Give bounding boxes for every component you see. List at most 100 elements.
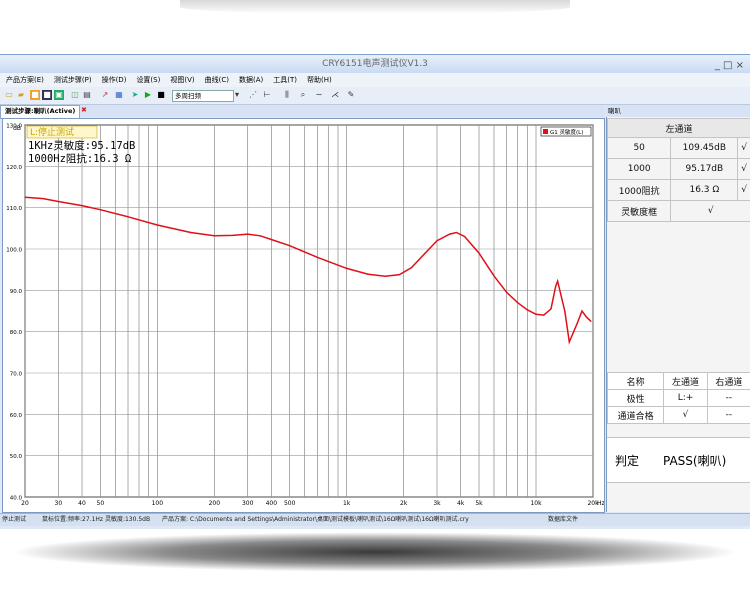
run-icon[interactable]: ➤ xyxy=(130,90,140,100)
tab-speaker-test[interactable]: 测试步骤:喇叭(Active) xyxy=(0,105,81,119)
data-point xyxy=(449,233,451,235)
data-point xyxy=(568,341,570,343)
data-point xyxy=(232,234,234,236)
x-tick-label: 10k xyxy=(530,500,542,507)
data-point xyxy=(99,209,101,211)
line-tool-icon[interactable]: ∼ xyxy=(314,90,324,100)
menu-item[interactable]: 测试步骤(P) xyxy=(54,76,92,84)
table-cell: √ xyxy=(663,406,708,424)
bars-tool-icon[interactable]: ⫼ xyxy=(282,90,292,100)
status-scheme: 产品方案: C:\Documents and Settings\Administ… xyxy=(162,516,469,523)
table-icon[interactable]: ▤ xyxy=(82,90,92,100)
data-point xyxy=(24,196,26,198)
row-check: √ xyxy=(737,158,750,180)
data-point xyxy=(535,313,537,315)
status-bar: 停止测试 鼠标位置:频率:27.1Hz 灵敏度:130.5dB 产品方案: C:… xyxy=(0,513,750,526)
data-point xyxy=(464,236,466,238)
left-channel-table: 左通道 50 109.45dB √ 1000 95.17dB √ 1000阻抗 … xyxy=(606,118,750,222)
x-tick-label: 500 xyxy=(284,500,296,507)
row-name: 灵敏度框 xyxy=(606,200,672,222)
data-point xyxy=(289,245,291,247)
y-unit-label: dB xyxy=(13,125,21,132)
save-as-icon[interactable]: ■ xyxy=(42,90,52,100)
data-point xyxy=(346,267,348,269)
data-point xyxy=(455,231,457,234)
left-channel-header: 左通道 xyxy=(607,118,750,138)
menu-item[interactable]: 工具(T) xyxy=(273,76,297,84)
y-tick-label: 120.0 xyxy=(6,165,22,171)
verdict-value: PASS(喇叭) xyxy=(663,454,727,468)
menu-bar: 产品方案(E) 测试步骤(P) 操作(D) 设置(S) 视图(V) 曲线(C) 数据(A) 工… xyxy=(0,73,750,87)
cursor-tool-icon[interactable]: ⋰ xyxy=(248,90,258,100)
impedance-readout: 1000Hz阻抗:16.3 Ω xyxy=(28,152,131,165)
save-icon[interactable]: ■ xyxy=(30,90,40,100)
data-point xyxy=(506,291,508,293)
app-window: CRY6151电声测试仪V1.3 _ □ × 产品方案(E) 测试步骤(P) 操作(… xyxy=(0,54,750,529)
open-folder-icon[interactable]: ▰ xyxy=(16,90,26,100)
x-tick-label: 20 xyxy=(21,500,29,507)
menu-item[interactable]: 操作(D) xyxy=(102,76,127,84)
col-header: 右通道 xyxy=(706,372,750,390)
data-point xyxy=(543,314,545,316)
data-point xyxy=(424,252,426,254)
play-icon[interactable]: ▶ xyxy=(143,90,153,100)
channel-summary-table: 名称 左通道 右通道 极性 L:+ -- 通道合格 √ -- xyxy=(606,372,750,424)
verdict-box: 判定 PASS(喇叭) xyxy=(607,437,750,483)
menu-item[interactable]: 数据(A) xyxy=(239,76,263,84)
legend-swatch xyxy=(543,129,548,134)
data-point xyxy=(213,235,215,237)
data-point xyxy=(478,252,480,254)
stop-icon[interactable]: ■ xyxy=(156,90,166,100)
title-bar: CRY6151电声测试仪V1.3 _ □ × xyxy=(0,55,750,73)
marker-tool-icon[interactable]: ⊢ xyxy=(262,90,272,100)
chevron-down-icon[interactable]: ▾ xyxy=(232,90,242,100)
toolbar: ▭ ▰ ■ ■ ▣ ◫ ▤ ↗ ▦ ➤ ▶ ■ 多周扫频 ▾ ⋰ ⊢ ⫼ ⌕ ∼… xyxy=(0,87,750,105)
menu-item[interactable]: 视图(V) xyxy=(170,76,194,84)
data-point xyxy=(576,322,578,324)
curve-edit-icon[interactable]: ↗ xyxy=(100,90,110,100)
grid-icon[interactable]: ▦ xyxy=(114,90,124,100)
verdict-label: 判定 xyxy=(615,454,640,468)
data-point xyxy=(81,205,83,207)
y-tick-label: 110.0 xyxy=(6,206,22,212)
data-point xyxy=(590,320,592,322)
right-panel-header: 喇叭 xyxy=(606,105,750,117)
x-tick-label: 50 xyxy=(97,500,105,507)
status-cursor: 鼠标位置:频率:27.1Hz 灵敏度:130.5dB xyxy=(42,516,151,523)
y-tick-label: 50.0 xyxy=(10,454,23,460)
data-point xyxy=(436,240,438,242)
zoom-tool-icon[interactable]: ⌕ xyxy=(298,90,308,100)
x-tick-label: 2k xyxy=(400,500,408,507)
data-point xyxy=(586,316,588,318)
row-check: √ xyxy=(737,137,750,159)
results-panel: 左通道 50 109.45dB √ 1000 95.17dB √ 1000阻抗 … xyxy=(606,117,750,512)
menu-item[interactable]: 设置(S) xyxy=(136,76,160,84)
print-icon[interactable]: ▣ xyxy=(54,90,64,100)
data-point xyxy=(270,238,272,241)
chart-icon[interactable]: ◫ xyxy=(70,90,80,100)
pen-tool-icon[interactable]: ✎ xyxy=(346,90,356,100)
bottom-shadow xyxy=(10,532,740,572)
row-check: √ xyxy=(737,179,750,201)
row-check: √ xyxy=(670,200,750,222)
sensitivity-readout: 1KHz灵敏度:95.17dB xyxy=(28,139,135,152)
menu-item[interactable]: 产品方案(E) xyxy=(6,76,44,84)
table-cell: 极性 xyxy=(606,389,665,407)
y-tick-label: 100.0 xyxy=(6,248,22,254)
data-point xyxy=(410,267,413,269)
row-value: 109.45dB xyxy=(670,137,739,159)
row-name: 50 xyxy=(606,137,672,159)
menu-item[interactable]: 帮助(H) xyxy=(307,76,332,84)
frequency-response-chart[interactable]: 130.0120.0110.0100.090.080.070.060.050.0… xyxy=(3,119,604,512)
sweep-mode-select[interactable]: 多周扫频 xyxy=(172,90,234,102)
row-value: 95.17dB xyxy=(670,158,739,180)
menu-item[interactable]: 曲线(C) xyxy=(205,76,229,84)
measure-tool-icon[interactable]: ⋌ xyxy=(330,90,340,100)
close-icon[interactable]: ✖ xyxy=(81,106,87,114)
status-left: 停止测试 xyxy=(2,516,27,523)
new-file-icon[interactable]: ▭ xyxy=(4,90,14,100)
table-cell: L:+ xyxy=(663,389,708,407)
y-tick-label: 60.0 xyxy=(10,413,23,419)
table-cell: 通道合格 xyxy=(606,406,665,424)
legend-label: G1 灵敏度(L) xyxy=(550,128,583,136)
